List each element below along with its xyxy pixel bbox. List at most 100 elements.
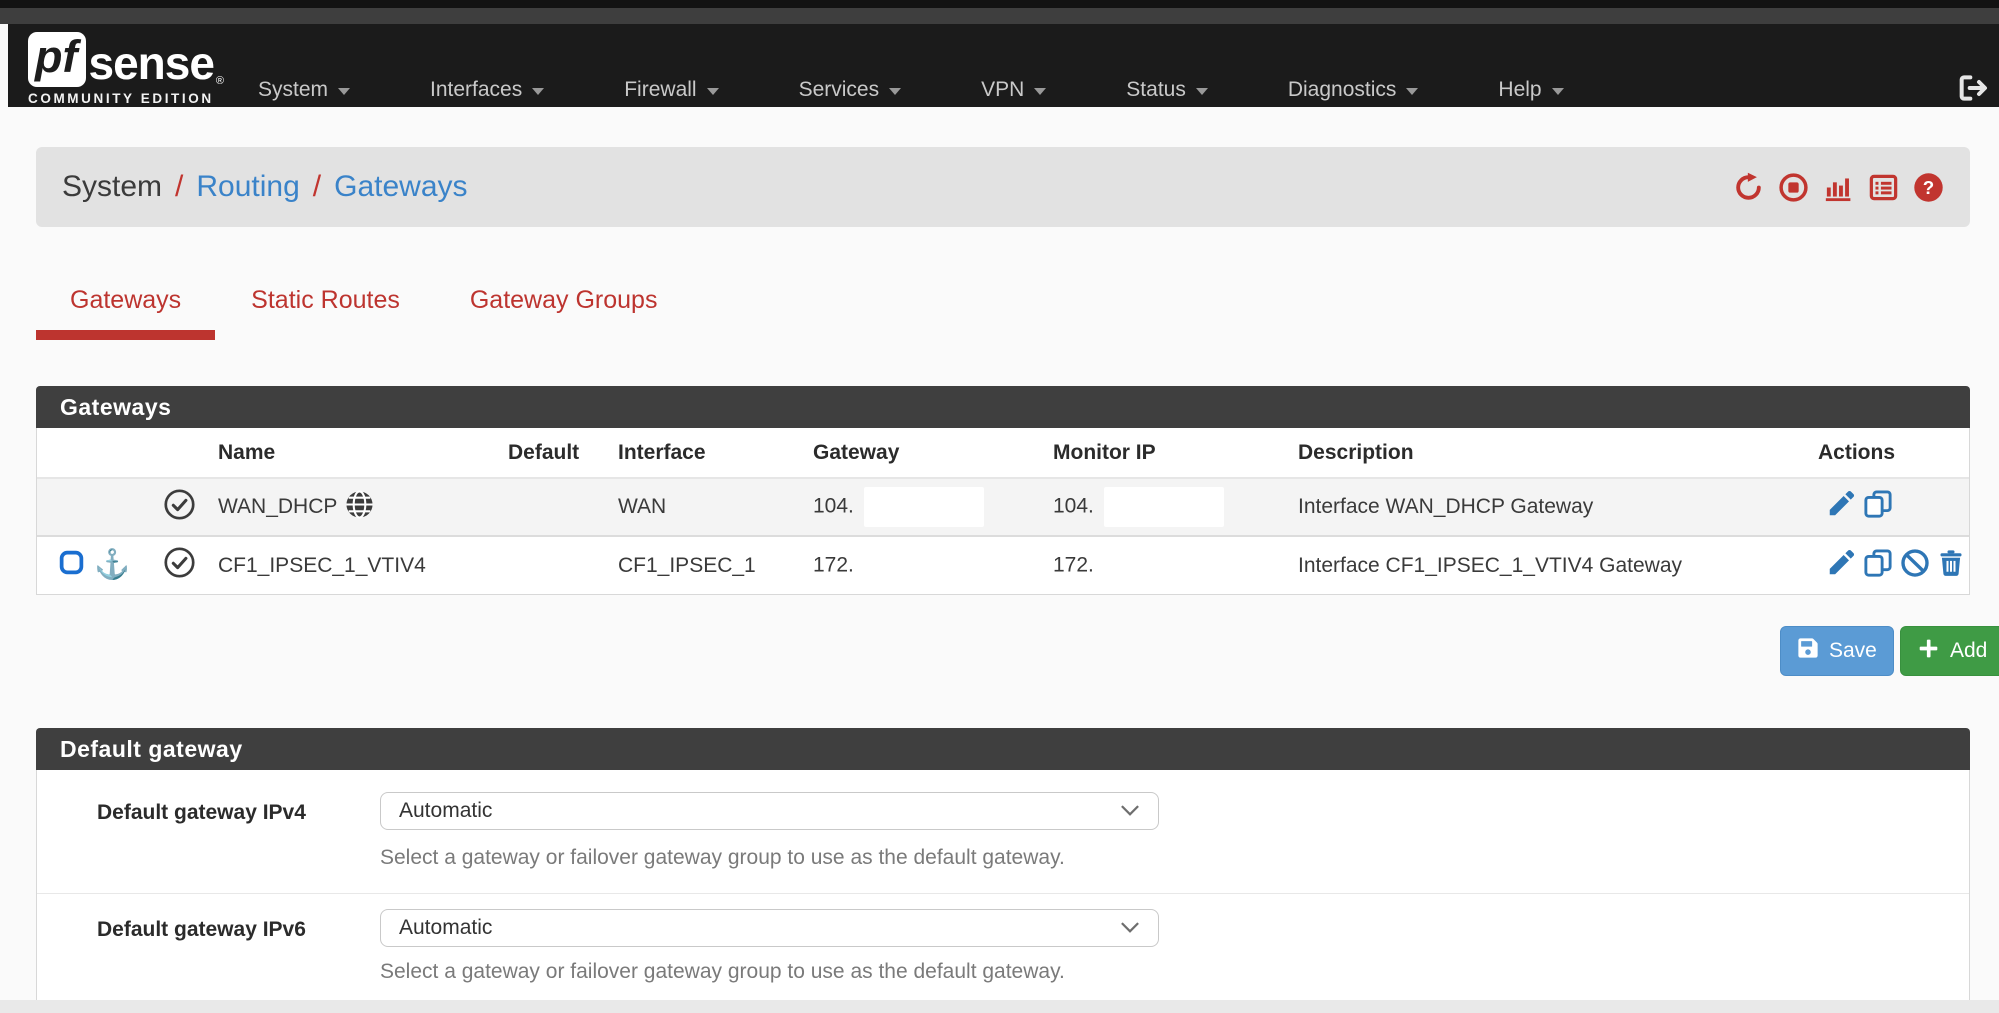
breadcrumb-link-gateways[interactable]: Gateways xyxy=(334,170,467,204)
table-row: ⚓ CF1_IPSEC_1_VTIV4 xyxy=(37,536,1969,594)
edit-icon[interactable] xyxy=(1826,489,1856,519)
table-row: WAN_DHCP xyxy=(37,478,1969,536)
pfsense-logo[interactable]: pf sense ® COMMUNITY EDITION xyxy=(28,32,224,106)
form-row-ipv4: Default gateway IPv4 Automatic Select a … xyxy=(37,770,1969,893)
chevron-down-icon xyxy=(707,88,719,95)
gateway-name: WAN_DHCP xyxy=(218,495,337,519)
nav-item-label: Firewall xyxy=(624,78,696,102)
nav-item-vpn[interactable]: VPN xyxy=(981,78,1046,102)
page-toolbar-icons: ? xyxy=(1733,172,1944,203)
navbar-left-gap xyxy=(0,24,8,107)
gateways-table: Name Default Interface Gateway Monitor I… xyxy=(37,428,1969,594)
default-gateway-ipv6-select[interactable]: Automatic xyxy=(380,909,1159,947)
gateway-interface: WAN xyxy=(610,478,805,536)
logo-registered-mark: ® xyxy=(216,75,224,87)
nav-item-status[interactable]: Status xyxy=(1126,78,1208,102)
default-gateway-ipv6-help: Select a gateway or failover gateway gro… xyxy=(380,960,1065,984)
tab-gateways[interactable]: Gateways xyxy=(70,286,181,315)
nav-item-label: VPN xyxy=(981,78,1024,102)
check-circle-icon xyxy=(163,561,196,584)
col-flags xyxy=(37,428,126,478)
nav-item-label: Diagnostics xyxy=(1288,78,1397,102)
breadcrumb-bar: System / Routing / Gateways xyxy=(36,147,1970,227)
col-actions: Actions xyxy=(1810,428,1969,478)
chevron-down-icon xyxy=(1196,88,1208,95)
gateway-description: Interface CF1_IPSEC_1_VTIV4 Gateway xyxy=(1290,536,1810,594)
default-gateway-panel: Default gateway Default gateway IPv4 Aut… xyxy=(36,728,1970,1001)
sign-out-icon[interactable] xyxy=(1957,72,1989,109)
chevron-down-icon xyxy=(1034,88,1046,95)
redacted-value xyxy=(864,487,984,527)
svg-text:?: ? xyxy=(1923,176,1934,197)
add-button-label: Add xyxy=(1950,639,1987,663)
anchor-icon: ⚓ xyxy=(94,551,130,580)
plus-icon xyxy=(1917,637,1940,666)
save-button[interactable]: Save xyxy=(1780,626,1894,676)
nav-item-label: System xyxy=(258,78,328,102)
nav-item-diagnostics[interactable]: Diagnostics xyxy=(1288,78,1419,102)
tab-static-routes[interactable]: Static Routes xyxy=(251,286,400,315)
selected-value: Automatic xyxy=(399,799,492,823)
disable-icon[interactable] xyxy=(1900,548,1930,578)
nav-item-help[interactable]: Help xyxy=(1498,78,1563,102)
save-button-label: Save xyxy=(1829,639,1877,663)
col-gateway: Gateway xyxy=(805,428,1045,478)
refresh-icon[interactable] xyxy=(1733,172,1764,203)
window-top-line xyxy=(0,0,1999,8)
col-description: Description xyxy=(1290,428,1810,478)
save-icon xyxy=(1797,637,1819,665)
page-bottom-strip xyxy=(0,1000,1999,1013)
check-circle-icon xyxy=(163,503,196,526)
window-top-strip xyxy=(0,8,1999,24)
tab-gateway-groups[interactable]: Gateway Groups xyxy=(470,286,658,315)
delete-icon[interactable] xyxy=(1937,548,1965,578)
col-default: Default xyxy=(500,428,610,478)
default-gateway-ipv4-help: Select a gateway or failover gateway gro… xyxy=(380,846,1065,870)
pfsense-gateways-page: System Interfaces Firewall Services VPN … xyxy=(0,0,1999,1013)
nav-item-label: Interfaces xyxy=(430,78,522,102)
chevron-down-icon xyxy=(889,88,901,95)
default-gateway-ipv6-label: Default gateway IPv6 xyxy=(97,918,306,942)
edit-icon[interactable] xyxy=(1826,548,1856,578)
stop-icon[interactable] xyxy=(1778,172,1809,203)
nav-item-label: Services xyxy=(799,78,880,102)
gateway-default-cell xyxy=(500,536,610,594)
globe-icon xyxy=(345,490,374,525)
col-monitor-ip: Monitor IP xyxy=(1045,428,1290,478)
log-icon[interactable] xyxy=(1868,172,1899,203)
table-header-row: Name Default Interface Gateway Monitor I… xyxy=(37,428,1969,478)
gateway-address: 172. xyxy=(813,553,854,576)
copy-icon[interactable] xyxy=(1863,489,1893,519)
nav-item-firewall[interactable]: Firewall xyxy=(624,78,718,102)
breadcrumb-root: System xyxy=(62,170,162,204)
nav-item-interfaces[interactable]: Interfaces xyxy=(430,78,544,102)
redacted-value xyxy=(1104,487,1224,527)
gateway-interface: CF1_IPSEC_1 xyxy=(610,536,805,594)
chevron-down-icon xyxy=(1120,916,1140,940)
default-gateway-ipv4-select[interactable]: Automatic xyxy=(380,792,1159,830)
gateway-description: Interface WAN_DHCP Gateway xyxy=(1290,478,1810,536)
add-button[interactable]: Add xyxy=(1900,626,1999,676)
breadcrumb-link-routing[interactable]: Routing xyxy=(196,170,299,204)
chevron-down-icon xyxy=(532,88,544,95)
monitor-ip: 104. xyxy=(1053,495,1094,518)
col-interface: Interface xyxy=(610,428,805,478)
help-icon[interactable]: ? xyxy=(1913,172,1944,203)
copy-icon[interactable] xyxy=(1863,548,1893,578)
selected-value: Automatic xyxy=(399,916,492,940)
logo-sense-text: sense xyxy=(88,39,213,87)
breadcrumb-separator: / xyxy=(175,170,183,204)
routing-tabs: Gateways Static Routes Gateway Groups xyxy=(70,286,727,315)
breadcrumb-separator: / xyxy=(313,170,321,204)
col-status xyxy=(126,428,210,478)
chevron-down-icon xyxy=(338,88,350,95)
nav-item-system[interactable]: System xyxy=(258,78,350,102)
chevron-down-icon xyxy=(1406,88,1418,95)
default-gateway-ipv4-label: Default gateway IPv4 xyxy=(97,801,306,825)
col-name: Name xyxy=(210,428,500,478)
gateways-panel-title: Gateways xyxy=(36,386,1970,428)
gateway-name: CF1_IPSEC_1_VTIV4 xyxy=(210,536,500,594)
nav-item-label: Status xyxy=(1126,78,1186,102)
monitor-graph-icon[interactable] xyxy=(1823,172,1854,203)
nav-item-services[interactable]: Services xyxy=(799,78,902,102)
